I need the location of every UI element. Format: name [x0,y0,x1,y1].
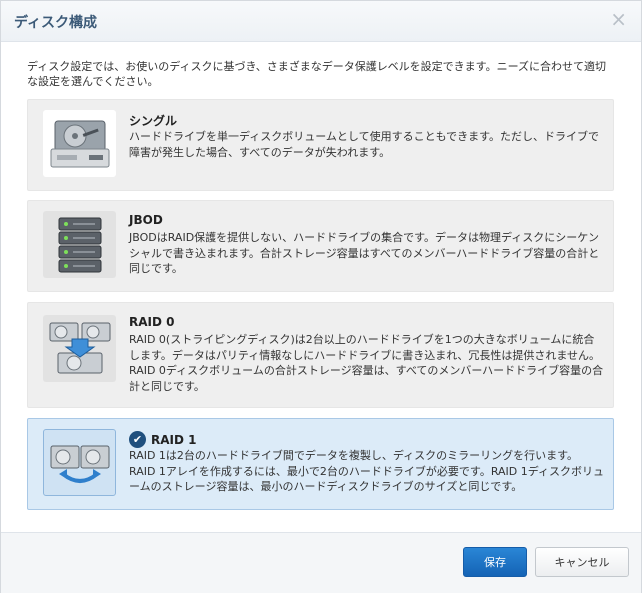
cancel-button[interactable]: キャンセル [535,547,629,577]
option-title: JBOD [129,213,163,227]
option-title: シングル [129,114,178,128]
dialog-title: ディスク構成 [14,15,98,31]
raid1-mirror-icon [43,429,116,496]
disk-configuration-dialog: ディスク構成 × ディスク設定では、お使いのディスクに基づき、さまざまなデータ保… [0,0,642,593]
option-description: JBODはRAID保護を提供しない、ハードドライブの集合です。データは物理ディス… [129,231,600,275]
checkmark-icon: ✔ [129,431,146,448]
server-stack-icon [43,211,116,278]
option-description: RAID 1は2台のハードドライブ間でデータを複製し、ディスクのミラーリングを行… [129,449,604,493]
option-title: ✔ RAID 1 [129,431,196,448]
option-jbod[interactable]: JBOD JBODはRAID保護を提供しない、ハードドライブの集合です。データは… [27,200,614,292]
intro-text: ディスク設定では、お使いのディスクに基づき、さまざまなデータ保護レベルを設定でき… [27,60,607,88]
hard-drive-icon [43,110,116,177]
option-description: RAID 0(ストライピングディスク)は2台以上のハードドライブを1つの大きなボ… [129,333,604,393]
save-button[interactable]: 保存 [463,547,527,577]
option-title: RAID 0 [129,315,175,329]
option-description: ハードドライブを単一ディスクボリュームとして使用することもできます。ただし、ドラ… [129,130,600,159]
raid0-drives-icon [43,315,116,382]
option-raid0[interactable]: RAID 0 RAID 0(ストライピングディスク)は2台以上のハードドライブを… [27,302,614,408]
option-single[interactable]: シングル ハードドライブを単一ディスクボリュームとして使用することもできます。た… [27,99,614,191]
close-icon[interactable]: × [610,9,627,29]
option-title-text: RAID 1 [151,432,197,447]
dialog-titlebar: ディスク構成 × [1,1,641,42]
option-raid1[interactable]: ✔ RAID 1 RAID 1は2台のハードドライブ間でデータを複製し、ディスク… [27,418,614,510]
